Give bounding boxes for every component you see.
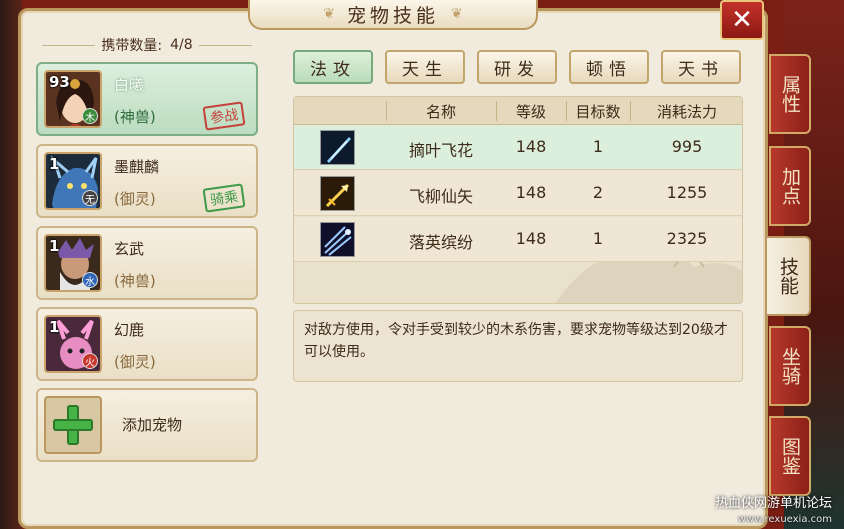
skill-targets: 1	[592, 229, 604, 248]
pet-type: (御灵)	[114, 190, 156, 208]
column-header-name: 名称	[425, 103, 456, 121]
table-header: 名称 等级 目标数 消耗法力	[294, 97, 742, 125]
skill-level: 148	[515, 137, 547, 156]
side-tab-mount[interactable]: 坐骑	[769, 326, 811, 406]
pet-level: 1	[49, 318, 60, 336]
skill-name: 摘叶飞花	[408, 141, 473, 160]
pet-card-huanlu[interactable]: 1 火 幻鹿 (御灵)	[36, 307, 258, 381]
skill-targets: 1	[592, 137, 604, 156]
tab-skill-book[interactable]: 天书	[661, 50, 741, 84]
side-tab-label: 技能	[777, 257, 799, 295]
status-stamp: 骑乘	[202, 183, 246, 213]
skill-level: 148	[515, 183, 547, 202]
carry-label: 携带数量:	[101, 38, 163, 54]
watermark-text: 热血侠网游单机论坛	[714, 496, 832, 511]
side-tab-codex[interactable]: 图鉴	[769, 416, 811, 496]
close-icon: ✕	[731, 5, 753, 35]
pet-card-moqilin[interactable]: 1 无 墨麒麟 (御灵) 骑乘	[36, 144, 258, 218]
side-tab-label: 图鉴	[779, 437, 801, 475]
skill-targets: 2	[592, 183, 604, 202]
side-tab-label: 加点	[779, 167, 801, 205]
pet-name: 白曦	[114, 76, 145, 94]
carry-count: 携带数量: 4/8	[36, 35, 258, 55]
skill-table: 名称 等级 目标数 消耗法力 摘叶飞花 148 1 995 飞柳仙矢 148 2…	[293, 96, 743, 304]
pet-type: (御灵)	[114, 353, 156, 371]
pet-portrait: 1 火	[44, 315, 102, 373]
pet-portrait: 1 无	[44, 152, 102, 210]
add-pet-label: 添加宠物	[122, 416, 183, 434]
status-stamp: 参战	[202, 101, 246, 131]
pet-level: 93	[49, 73, 70, 91]
ornament-left-icon: ❦	[323, 6, 335, 22]
add-pet-box	[44, 396, 102, 454]
table-row[interactable]: 落英缤纷 148 1 2325	[294, 217, 742, 262]
side-tab-skills[interactable]: 技能	[765, 236, 811, 316]
pet-card-xuanwu[interactable]: 1 水 玄武 (神兽)	[36, 226, 258, 300]
side-tab-attributes[interactable]: 属性	[769, 54, 811, 134]
pet-level: 1	[49, 155, 60, 173]
table-row[interactable]: 摘叶飞花 148 1 995	[294, 125, 742, 170]
element-badge: 无	[82, 190, 98, 206]
window-title: 宠物技能	[346, 4, 439, 27]
tab-magic-attack[interactable]: 法攻	[293, 50, 373, 84]
element-badge: 水	[82, 272, 98, 288]
pet-name: 幻鹿	[114, 321, 145, 339]
divider	[198, 44, 252, 46]
close-button[interactable]: ✕	[720, 0, 764, 40]
pet-type: (神兽)	[114, 108, 156, 126]
skill-mana: 2325	[666, 229, 708, 248]
pet-type: (神兽)	[114, 272, 156, 290]
skill-description: 对敌方使用，令对手受到较少的木系伤害，要求宠物等级达到20级才可以使用。	[293, 310, 743, 382]
element-badge: 木	[82, 108, 98, 124]
side-tab-add-points[interactable]: 加点	[769, 146, 811, 226]
skill-mana: 1255	[666, 183, 708, 202]
golden-arrow-icon	[320, 176, 355, 211]
side-tab-label: 属性	[779, 75, 801, 113]
pet-portrait: 93 木	[44, 70, 102, 128]
tab-enlightenment[interactable]: 顿悟	[569, 50, 649, 84]
plus-icon	[53, 405, 93, 445]
blue-trident-icon	[320, 222, 355, 257]
tab-innate[interactable]: 天生	[385, 50, 465, 84]
add-pet-button[interactable]: 添加宠物	[36, 388, 258, 462]
skill-level: 148	[515, 229, 547, 248]
column-header-targets: 目标数	[575, 103, 621, 121]
skill-name: 落英缤纷	[408, 233, 473, 252]
column-header-mana: 消耗法力	[656, 103, 717, 121]
skill-mana: 995	[671, 137, 703, 156]
pet-portrait: 1 水	[44, 234, 102, 292]
pet-name: 玄武	[114, 240, 145, 258]
divider	[42, 44, 96, 46]
window-title-plaque: ❦ 宠物技能 ❦	[248, 0, 538, 30]
blue-leaf-blade-icon	[320, 130, 355, 165]
pet-level: 1	[49, 237, 60, 255]
pet-name: 墨麒麟	[114, 158, 160, 176]
side-tab-label: 坐骑	[779, 347, 801, 385]
column-header-level: 等级	[515, 103, 546, 121]
tab-research[interactable]: 研发	[477, 50, 557, 84]
carry-value: 4/8	[170, 37, 193, 53]
table-row[interactable]: 飞柳仙矢 148 2 1255	[294, 171, 742, 216]
pet-card-baixi[interactable]: 93 木 白曦 (神兽) 参战	[36, 62, 258, 136]
watermark-url: www.rexuexia.com	[737, 514, 832, 525]
ornament-right-icon: ❦	[451, 6, 463, 22]
element-badge: 火	[82, 353, 98, 369]
skill-name: 飞柳仙矢	[408, 187, 473, 206]
